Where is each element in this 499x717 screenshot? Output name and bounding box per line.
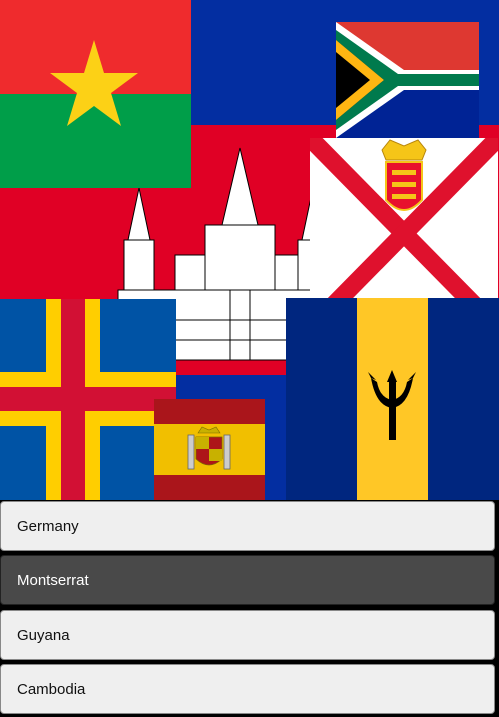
answer-options: Germany Montserrat Guyana Cambodia	[0, 500, 499, 717]
option-label: Guyana	[17, 626, 70, 644]
flag-barbados	[286, 298, 499, 500]
flag-aland-islands	[0, 299, 176, 500]
flag-spain	[154, 399, 265, 500]
flag-burkina-faso	[0, 0, 191, 188]
option-label: Cambodia	[17, 680, 86, 698]
option-label: Germany	[17, 517, 79, 535]
option-guyana[interactable]: Guyana	[0, 610, 495, 660]
option-cambodia[interactable]: Cambodia	[0, 664, 495, 714]
option-germany[interactable]: Germany	[0, 501, 495, 551]
flag-south-africa	[336, 22, 479, 138]
option-label: Montserrat	[17, 571, 89, 589]
flag-collage	[0, 0, 499, 500]
option-montserrat[interactable]: Montserrat	[0, 555, 495, 605]
